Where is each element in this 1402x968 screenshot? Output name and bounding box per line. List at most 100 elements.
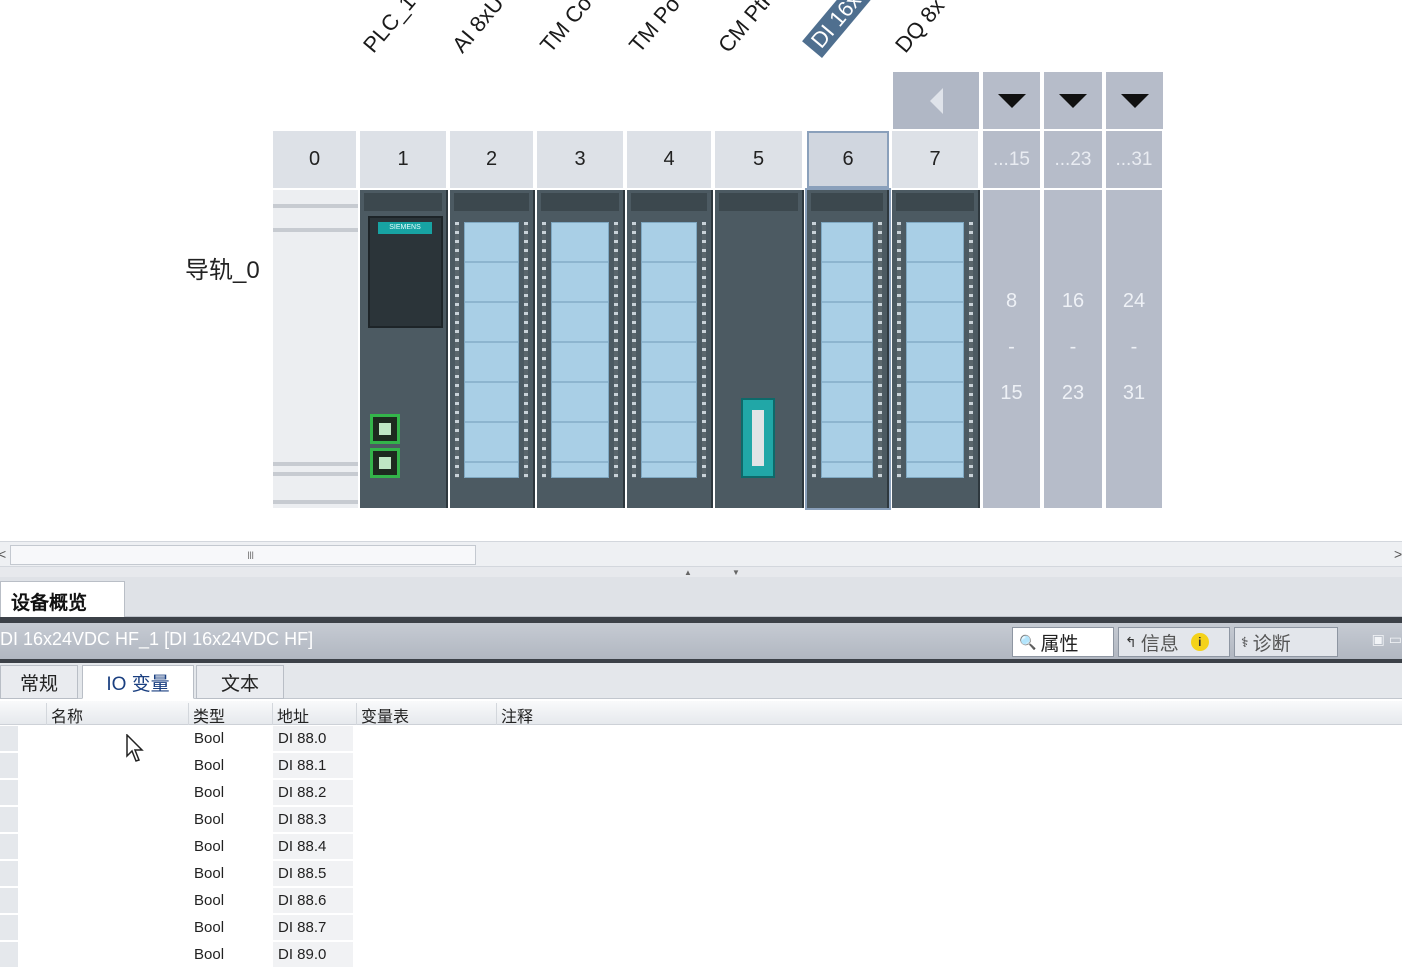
slot-header[interactable]: 0 [273, 131, 358, 188]
cell-type: Bool [194, 757, 225, 774]
cell-type: Bool [194, 892, 225, 909]
tab-io-tags[interactable]: IO 变量 [82, 665, 194, 699]
module-slot-2-ai[interactable] [450, 190, 535, 508]
row-selector[interactable] [0, 888, 18, 914]
tab-info[interactable]: ↰ 信息 i [1118, 627, 1230, 657]
column-type[interactable]: 类型 [188, 703, 272, 726]
slot-0-rail[interactable] [273, 190, 358, 508]
group-end: 31 [1122, 382, 1146, 404]
module-slot-7-dq[interactable] [892, 190, 980, 508]
splitter-down-icon[interactable]: ▼ [732, 568, 740, 577]
cell-address[interactable]: DI 88.2 [273, 780, 353, 806]
tab-texts[interactable]: 文本 [196, 665, 284, 699]
column-comment[interactable]: 注释 [496, 703, 796, 726]
row-selector[interactable] [0, 807, 18, 833]
slot-header[interactable]: 6 [807, 131, 889, 188]
column-address[interactable]: 地址 [272, 703, 356, 726]
module-slot-3-tm-count[interactable] [537, 190, 625, 508]
slot-header[interactable]: ...15 [983, 131, 1042, 188]
tab-diagnostics[interactable]: ⚕ 诊断 [1234, 627, 1338, 657]
group-dash: - [1008, 336, 1015, 358]
cell-type: Bool [194, 730, 225, 747]
scrollbar-thumb[interactable]: III [10, 545, 476, 565]
cell-type: Bool [194, 919, 225, 936]
cell-address[interactable]: DI 88.5 [273, 861, 353, 887]
tab-info-label: 信息 [1140, 633, 1179, 655]
overview-tab-strip: 设备概览 [0, 577, 1402, 617]
module-label[interactable]: TM Po [624, 0, 686, 58]
expand-slots-8-15-button[interactable] [983, 72, 1040, 129]
horizontal-scrollbar[interactable]: < III > [0, 541, 1402, 567]
slot-header[interactable]: 4 [627, 131, 713, 188]
module-label[interactable]: AI 8xU [447, 0, 509, 58]
siemens-logo: SIEMENS [378, 222, 432, 234]
group-start: 16 [1061, 290, 1085, 312]
cell-address[interactable]: DI 88.4 [273, 834, 353, 860]
scroll-right-icon[interactable]: > [1394, 546, 1402, 562]
inspector-header: DI 16x24VDC HF_1 [DI 16x24VDC HF] 🔍 属性 ↰… [0, 623, 1402, 659]
row-selector[interactable] [0, 861, 18, 887]
slot-header[interactable]: 3 [537, 131, 625, 188]
cell-type: Bool [194, 865, 225, 882]
inspector-title: DI 16x24VDC HF_1 [DI 16x24VDC HF] [0, 629, 314, 649]
slot-header[interactable]: 5 [715, 131, 804, 188]
cell-type: Bool [194, 838, 225, 855]
slot-header[interactable]: 7 [892, 131, 980, 188]
serial-connector-icon [741, 398, 775, 478]
column-tag-table[interactable]: 变量表 [356, 703, 496, 726]
info-arrow-icon: ↰ [1125, 633, 1137, 650]
module-slot-4-tm-pos[interactable] [627, 190, 713, 508]
collapse-left-button[interactable] [893, 72, 979, 129]
slot-header[interactable]: ...31 [1106, 131, 1164, 188]
slot-header[interactable]: 2 [450, 131, 535, 188]
cell-address[interactable]: DI 88.1 [273, 753, 353, 779]
pane-splitter[interactable]: ▲ ▼ [0, 567, 1402, 577]
slot-header[interactable]: ...23 [1044, 131, 1104, 188]
cell-address[interactable]: DI 88.3 [273, 807, 353, 833]
row-selector[interactable] [0, 753, 18, 779]
cell-address[interactable]: DI 89.0 [273, 942, 353, 968]
splitter-up-icon[interactable]: ▲ [684, 568, 692, 577]
tab-general[interactable]: 常规 [0, 665, 78, 699]
cpu-module-plc-1[interactable]: SIEMENS [360, 190, 448, 508]
module-label[interactable]: CM PtP [713, 0, 782, 58]
cell-address[interactable]: DI 88.7 [273, 915, 353, 941]
module-slot-5-cm-ptp[interactable] [715, 190, 804, 508]
tab-device-overview[interactable]: 设备概览 [0, 581, 125, 617]
group-end: 15 [1000, 382, 1023, 404]
group-start: 8 [1005, 290, 1018, 312]
slot-group-24-31[interactable]: 24 - 31 [1106, 190, 1164, 508]
row-selector[interactable] [0, 915, 18, 941]
magnifier-icon: 🔍 [1019, 633, 1037, 650]
tab-properties[interactable]: 🔍 属性 [1012, 627, 1114, 657]
tab-diagnostics-label: 诊断 [1252, 633, 1291, 655]
module-label[interactable]: TM Co [535, 0, 597, 58]
arrow-down-icon [1120, 93, 1149, 108]
slot-group-16-23[interactable]: 16 - 23 [1044, 190, 1104, 508]
group-dash: - [1130, 336, 1138, 358]
module-slot-6-di-selected[interactable] [805, 188, 891, 510]
cell-type: Bool [194, 784, 225, 801]
group-dash: - [1069, 336, 1077, 358]
row-selector[interactable] [0, 780, 18, 806]
row-selector[interactable] [0, 942, 18, 968]
expand-slots-24-31-button[interactable] [1106, 72, 1163, 129]
cell-address[interactable]: DI 88.0 [273, 726, 353, 752]
row-selector[interactable] [0, 726, 18, 752]
expand-slots-16-23-button[interactable] [1044, 72, 1102, 129]
scroll-left-icon[interactable]: < [0, 546, 6, 562]
cell-address[interactable]: DI 88.6 [273, 888, 353, 914]
module-label[interactable]: DQ 8x [890, 0, 950, 58]
arrow-down-icon [997, 93, 1026, 108]
grip-icon: III [247, 550, 254, 562]
arrow-left-icon [929, 87, 943, 114]
slot-group-8-15[interactable]: 8 - 15 [983, 190, 1042, 508]
row-selector[interactable] [0, 834, 18, 860]
module-label[interactable]: PLC_1 [358, 0, 421, 58]
arrow-down-icon [1059, 93, 1087, 108]
window-buttons-icon[interactable]: ▣ ▭ [1372, 631, 1402, 648]
column-name[interactable]: 名称 [46, 703, 188, 726]
ethernet-port-icon [370, 448, 400, 478]
slot-header[interactable]: 1 [360, 131, 448, 188]
module-label[interactable]: DI 16x [802, 0, 871, 59]
